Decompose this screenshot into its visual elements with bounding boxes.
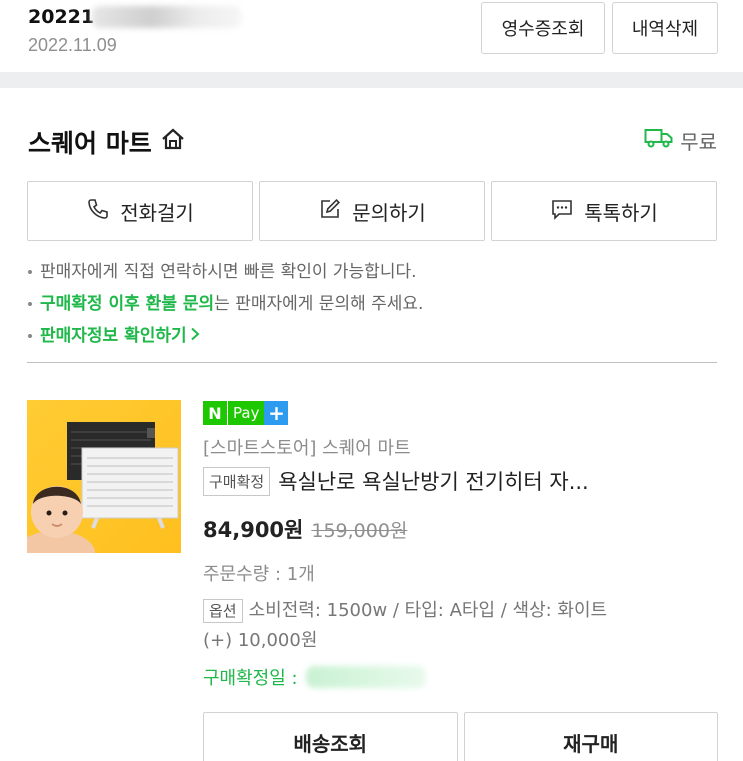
seller-notices: 판매자에게 직접 연락하시면 빠른 확인이 가능합니다. 구매확정 이후 환불 … <box>28 256 718 352</box>
notice-refund-highlight: 구매확정 이후 환불 문의 <box>40 294 215 314</box>
bullet-icon <box>28 270 32 274</box>
shipping-lookup-button[interactable]: 배송조회 <box>203 712 458 761</box>
order-number-redacted <box>92 6 242 28</box>
talktalk-button[interactable]: 톡톡하기 <box>491 181 717 241</box>
order-date: 2022.11.09 <box>28 35 117 55</box>
price-row: 84,900원 159,000원 <box>203 514 718 544</box>
phone-icon <box>86 197 110 226</box>
chevron-right-icon <box>190 320 200 352</box>
order-quantity: 주문수량 : 1개 <box>203 564 315 585</box>
status-badge: 구매확정 <box>203 466 271 496</box>
notice-item[interactable]: 판매자정보 확인하기 <box>28 320 718 352</box>
order-header: 20221 2022.11.09 영수증조회 내역삭제 <box>0 0 743 72</box>
store-title[interactable]: 스퀘어 마트 <box>28 124 186 160</box>
chat-icon <box>550 197 574 226</box>
plus-icon: + <box>264 401 289 425</box>
truck-icon <box>644 127 674 154</box>
delete-history-button[interactable]: 내역삭제 <box>612 2 718 54</box>
product-title-row[interactable]: 구매확정 욕실난로 욕실난방기 전기히터 자... <box>203 466 718 496</box>
receipt-button[interactable]: 영수증조회 <box>481 2 605 54</box>
confirm-date-redacted <box>305 666 426 688</box>
notice-refund-text: 는 판매자에게 문의해 주세요. <box>214 294 424 314</box>
seller-name: [스마트스토어] 스퀘어 마트 <box>203 438 411 459</box>
inquiry-button-label: 문의하기 <box>352 200 426 225</box>
option-text: 소비전력: 1500w / 타입: A타입 / 색상: 화이트 <box>248 600 608 621</box>
product-title[interactable]: 욕실난로 욕실난방기 전기히터 자... <box>278 466 589 496</box>
seller-info-link[interactable]: 판매자정보 확인하기 <box>40 320 187 352</box>
naver-n-icon: N <box>203 401 227 425</box>
edit-icon <box>318 197 342 226</box>
order-actions: 배송조회 재구매 <box>203 712 718 761</box>
contact-buttons: 전화걸기 문의하기 톡톡하기 <box>27 181 717 241</box>
talktalk-button-label: 톡톡하기 <box>584 200 658 225</box>
reorder-button[interactable]: 재구매 <box>463 712 718 761</box>
product-info: N Pay + [스마트스토어] 스퀘어 마트 구매확정 욕실난로 욕실난방기 … <box>203 400 718 690</box>
notice-item: 판매자에게 직접 연락하시면 빠른 확인이 가능합니다. <box>28 256 718 288</box>
option-extra-price: (+) 10,000원 <box>203 630 318 651</box>
inquiry-button[interactable]: 문의하기 <box>259 181 485 241</box>
order-number: 20221 <box>28 6 95 28</box>
product-image[interactable] <box>27 400 181 553</box>
option-badge: 옵션 <box>203 599 243 623</box>
notice-item: 구매확정 이후 환불 문의 는 판매자에게 문의해 주세요. <box>28 288 718 320</box>
section-separator <box>0 72 743 88</box>
bullet-icon <box>28 334 32 338</box>
confirm-date-label: 구매확정일 : <box>203 668 298 689</box>
notice-contact-text: 판매자에게 직접 연락하시면 빠른 확인이 가능합니다. <box>40 262 417 282</box>
call-button-label: 전화걸기 <box>120 200 194 225</box>
free-shipping-info: 무료 <box>644 126 717 155</box>
call-button[interactable]: 전화걸기 <box>27 181 253 241</box>
store-name: 스퀘어 마트 <box>28 129 152 158</box>
original-price: 159,000원 <box>311 520 408 542</box>
sale-price: 84,900원 <box>203 518 304 542</box>
option-info: 옵션 소비전력: 1500w / 타입: A타입 / 색상: 화이트 (+) 10… <box>203 596 718 656</box>
purchase-confirm-date: 구매확정일 : <box>203 664 718 690</box>
bullet-icon <box>28 302 32 306</box>
shipping-fee: 무료 <box>680 130 717 154</box>
npay-badge: N Pay + <box>203 400 718 426</box>
home-icon[interactable] <box>160 126 186 158</box>
npay-label: Pay <box>227 401 265 425</box>
divider <box>27 362 717 363</box>
